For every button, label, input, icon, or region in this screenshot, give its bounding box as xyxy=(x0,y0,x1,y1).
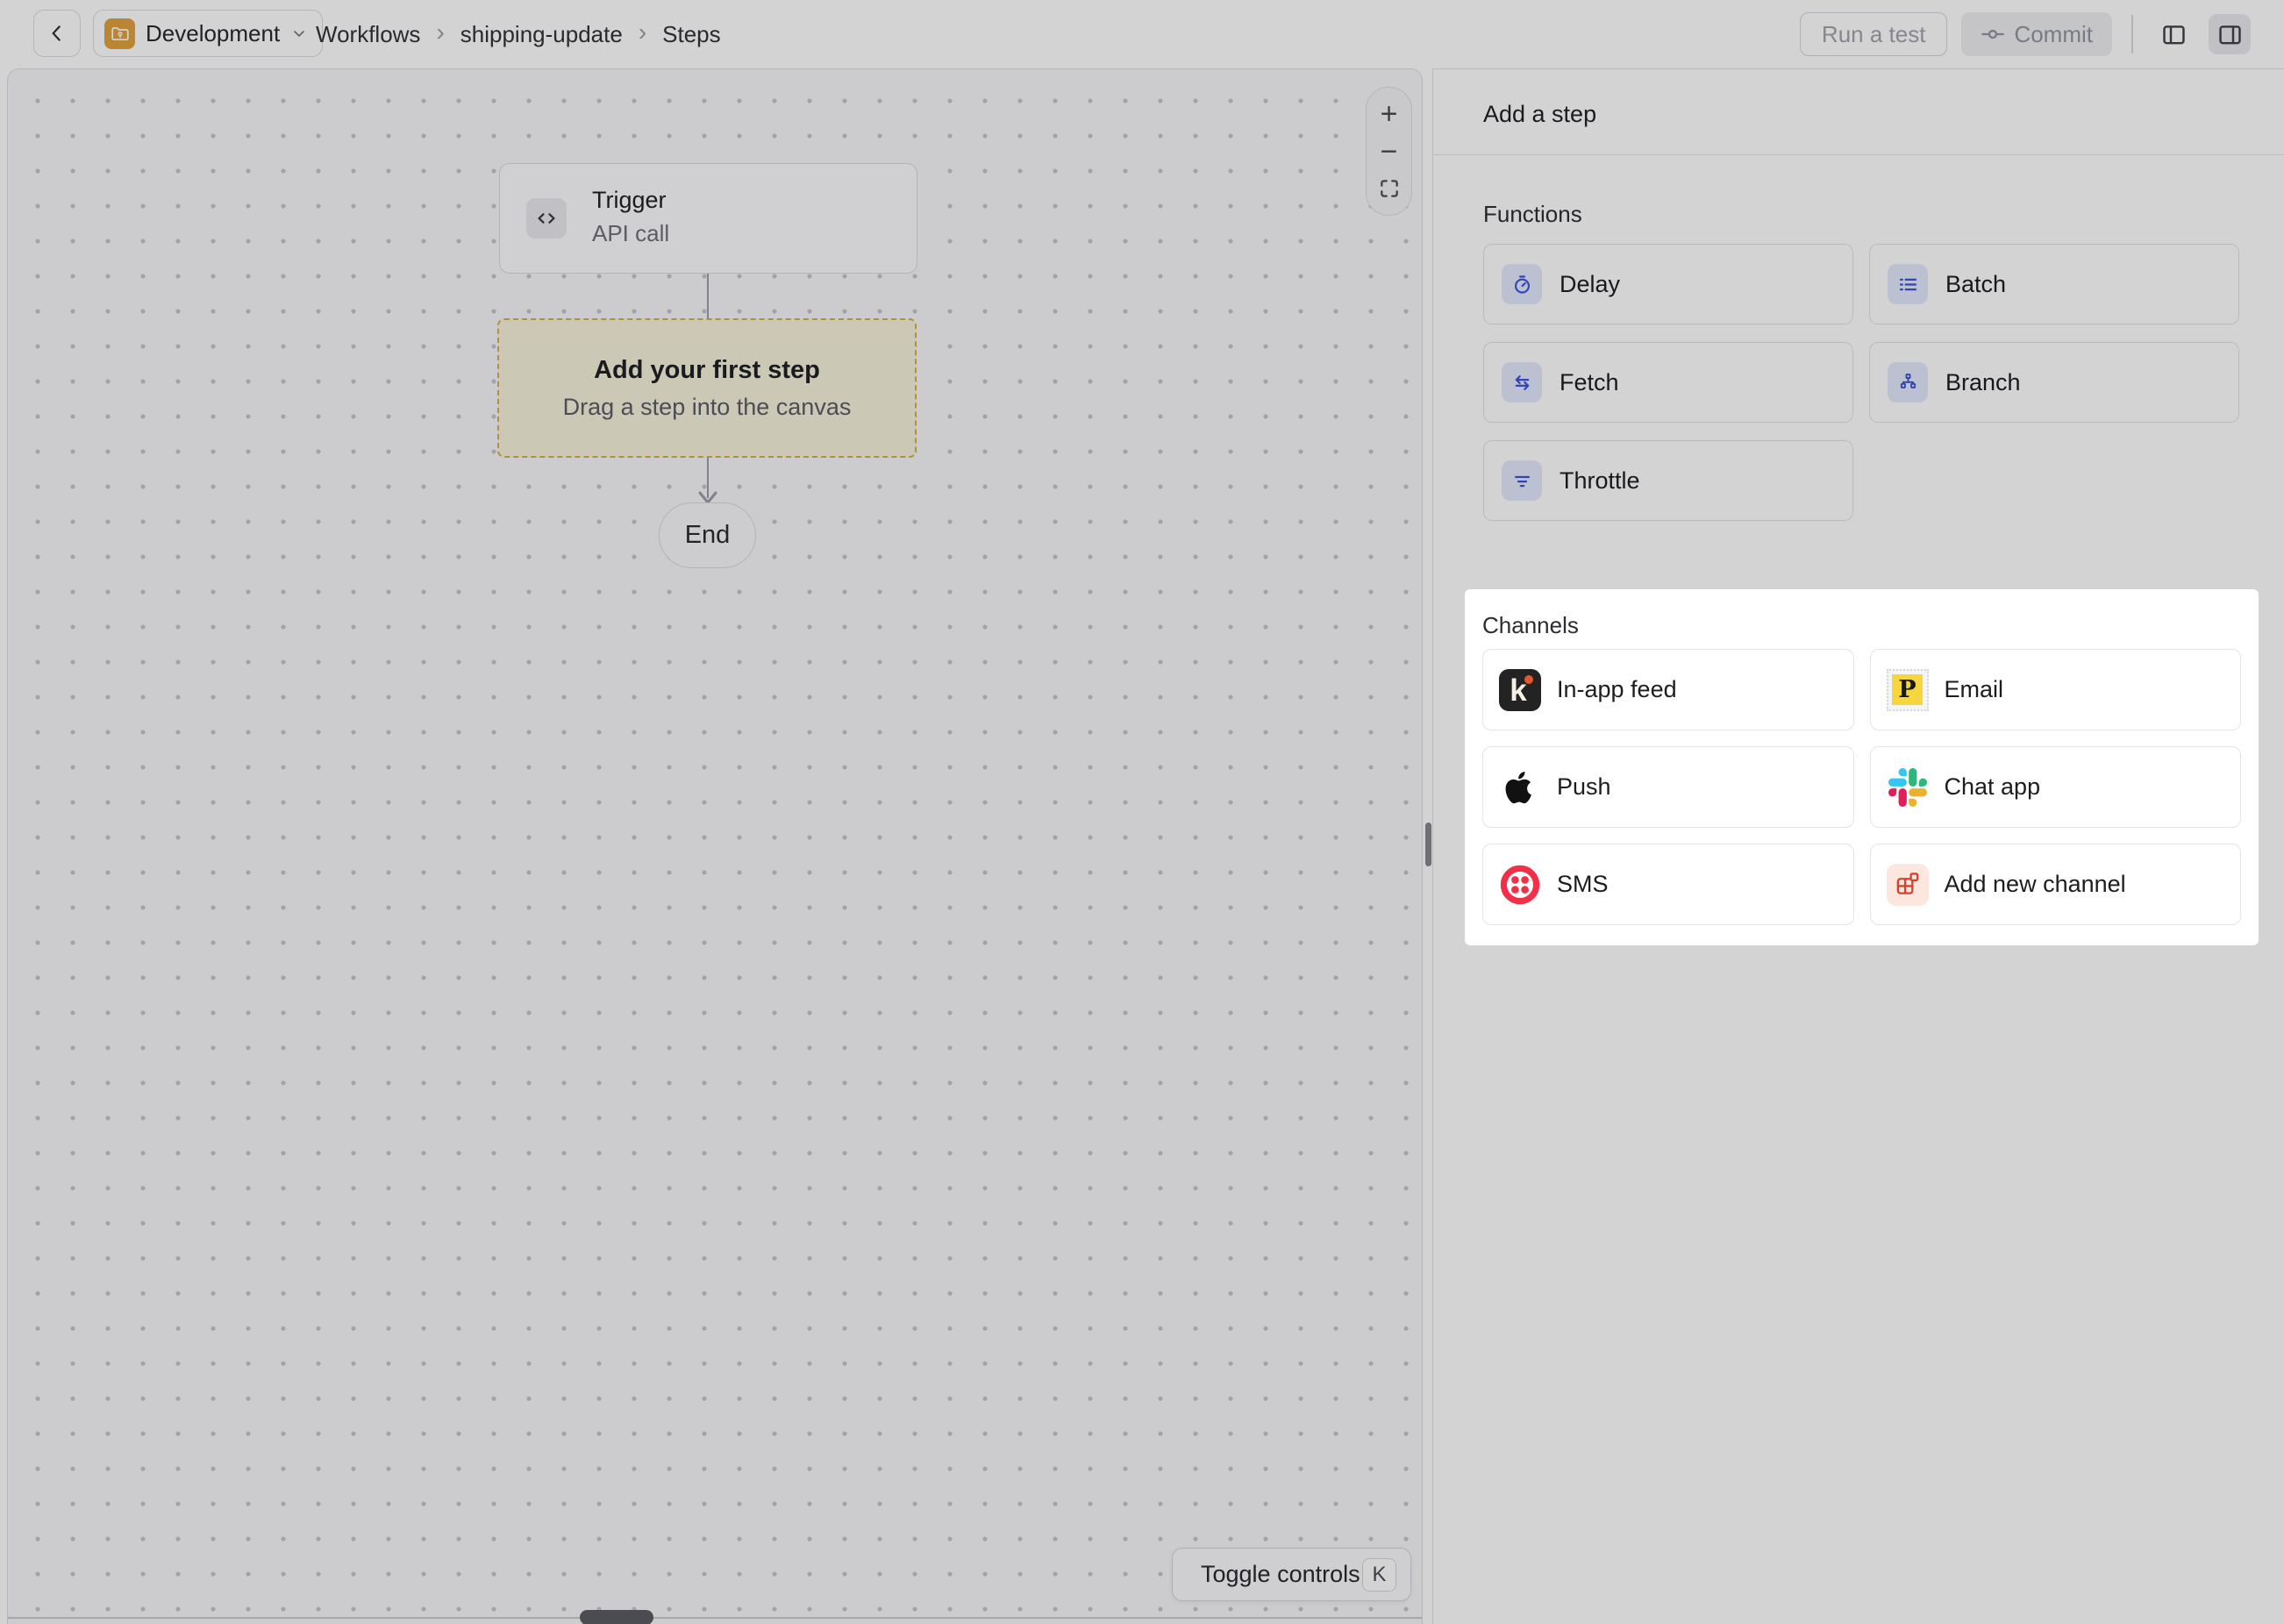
channels-label: Channels xyxy=(1482,612,1579,639)
run-a-test-button[interactable]: Run a test xyxy=(1800,12,1948,56)
channel-card-label: Chat app xyxy=(1945,773,2041,801)
horizontal-scrollbar-thumb[interactable] xyxy=(580,1610,653,1624)
breadcrumb-workflow-name[interactable]: shipping-update xyxy=(460,21,623,48)
add-channel-icon xyxy=(1887,864,1929,906)
panel-right-icon xyxy=(2216,21,2244,48)
trigger-node-subtitle: API call xyxy=(592,220,669,247)
workflow-canvas[interactable]: Trigger API call Add your first step Dra… xyxy=(7,68,1423,1624)
panel-left-icon xyxy=(2160,21,2188,48)
panel-title: Add a step xyxy=(1483,101,1596,128)
breadcrumb: Workflows › shipping-update › Steps xyxy=(316,0,721,68)
stopwatch-icon xyxy=(1502,264,1542,304)
fit-view-icon xyxy=(1378,177,1401,200)
topbar-divider xyxy=(2131,15,2133,53)
function-card-throttle[interactable]: Throttle xyxy=(1483,440,1853,521)
back-button[interactable] xyxy=(33,10,81,57)
swap-arrows-icon xyxy=(1502,362,1542,402)
breadcrumb-workflows[interactable]: Workflows xyxy=(316,21,420,48)
add-first-step-dropzone[interactable]: Add your first step Drag a step into the… xyxy=(497,318,917,458)
channel-card-label: Push xyxy=(1557,773,1611,801)
branch-tree-icon xyxy=(1888,362,1928,402)
function-card-fetch[interactable]: Fetch xyxy=(1483,342,1853,423)
function-card-delay[interactable]: Delay xyxy=(1483,244,1853,324)
channel-card-label: SMS xyxy=(1557,871,1609,898)
dropzone-subtitle: Drag a step into the canvas xyxy=(563,394,852,421)
dropzone-title: Add your first step xyxy=(594,356,820,385)
environment-selector[interactable]: Development xyxy=(93,10,323,57)
environment-folder-icon xyxy=(104,18,135,49)
commit-label: Commit xyxy=(2014,21,2093,48)
function-card-label: Throttle xyxy=(1560,467,1640,495)
trigger-node-title: Trigger xyxy=(592,187,667,214)
breadcrumb-separator: › xyxy=(639,18,646,46)
environment-label: Development xyxy=(146,20,280,47)
toggle-controls-button[interactable]: Toggle controls K xyxy=(1172,1548,1411,1601)
fit-view-button[interactable] xyxy=(1374,175,1405,203)
breadcrumb-steps: Steps xyxy=(662,21,721,48)
top-bar: Development Workflows › shipping-update … xyxy=(0,0,2284,68)
topbar-actions: Run a test Commit xyxy=(1800,0,2251,68)
knock-icon: k xyxy=(1499,669,1541,711)
slack-icon xyxy=(1887,766,1929,808)
toggle-right-panel-button[interactable] xyxy=(2209,14,2251,54)
code-brackets-icon xyxy=(526,198,567,239)
functions-label: Functions xyxy=(1483,201,2239,228)
apple-icon xyxy=(1499,766,1541,808)
toggle-left-panel-button[interactable] xyxy=(2152,14,2195,54)
channel-card-label: Email xyxy=(1945,676,2004,703)
panel-header: Add a step xyxy=(1433,69,2284,155)
chevron-down-icon xyxy=(290,25,308,42)
channel-card-push[interactable]: Push xyxy=(1482,746,1854,828)
breadcrumb-separator: › xyxy=(436,18,444,46)
twilio-icon xyxy=(1499,864,1541,906)
connector-edge xyxy=(707,274,709,318)
knock-dot xyxy=(1524,675,1533,684)
function-card-batch[interactable]: Batch xyxy=(1869,244,2239,324)
zoom-in-button[interactable]: + xyxy=(1374,100,1405,128)
commit-button[interactable]: Commit xyxy=(1961,12,2112,56)
postmark-icon: P xyxy=(1887,669,1929,711)
channel-card-label: In-app feed xyxy=(1557,676,1677,703)
channel-card-chat-app[interactable]: Chat app xyxy=(1870,746,2242,828)
channel-card-in-app-feed[interactable]: k In-app feed xyxy=(1482,649,1854,730)
end-node[interactable]: End xyxy=(659,502,756,568)
channel-card-label: Add new channel xyxy=(1945,871,2126,898)
workflow-builder-app: Development Workflows › shipping-update … xyxy=(0,0,2284,1624)
function-card-label: Delay xyxy=(1560,271,1620,298)
zoom-controls: + − xyxy=(1366,87,1412,216)
end-node-label: End xyxy=(685,521,731,550)
channel-card-add-new-channel[interactable]: Add new channel xyxy=(1870,844,2242,925)
zoom-out-button[interactable]: − xyxy=(1374,138,1405,166)
chevron-left-icon xyxy=(46,22,68,45)
channels-section: Channels k In-app feed P xyxy=(1465,589,2259,945)
horizontal-scrollbar-track xyxy=(8,1617,1423,1619)
toggle-controls-label: Toggle controls xyxy=(1201,1561,1360,1588)
channel-card-sms[interactable]: SMS xyxy=(1482,844,1854,925)
list-icon xyxy=(1888,264,1928,304)
functions-section: Functions Delay xyxy=(1483,201,2239,521)
function-card-label: Branch xyxy=(1945,369,2021,396)
channel-card-email[interactable]: P Email xyxy=(1870,649,2242,730)
trigger-step-node[interactable]: Trigger API call xyxy=(499,163,917,274)
keyboard-shortcut-badge: K xyxy=(1362,1558,1396,1592)
vertical-scrollbar-thumb[interactable] xyxy=(1425,823,1431,866)
function-card-label: Fetch xyxy=(1560,369,1619,396)
function-card-label: Batch xyxy=(1945,271,2006,298)
function-card-branch[interactable]: Branch xyxy=(1869,342,2239,423)
filter-lines-icon xyxy=(1502,460,1542,501)
git-commit-icon xyxy=(1981,22,2005,46)
